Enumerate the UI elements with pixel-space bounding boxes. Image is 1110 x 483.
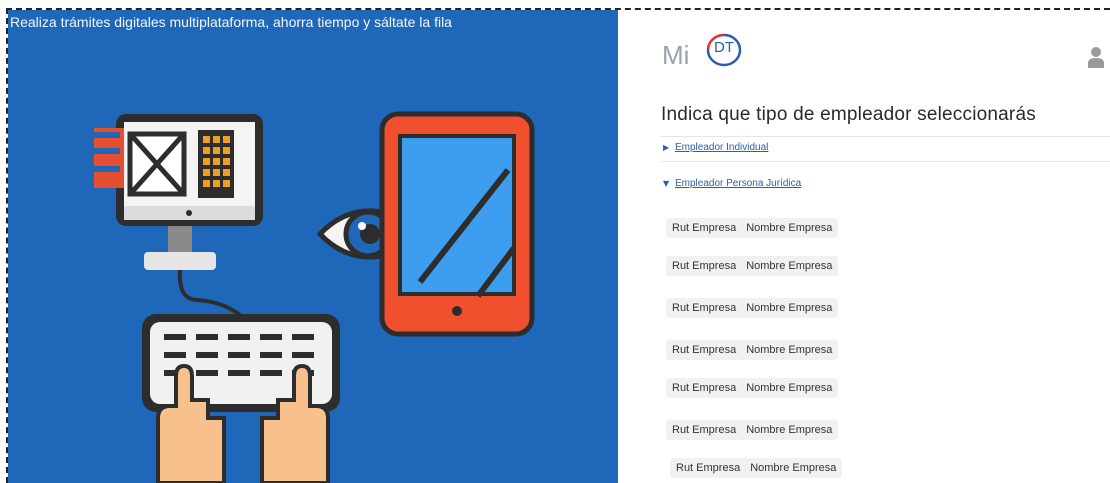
company-name: Nombre Empresa <box>750 462 837 474</box>
company-row[interactable]: Rut Empresa Nombre Empresa <box>666 218 839 238</box>
accordion-empleador-individual[interactable]: ▶ Empleador Individual <box>661 136 1110 162</box>
company-rut: Rut Empresa <box>672 260 737 272</box>
tablet-icon <box>379 111 535 337</box>
logo-badge-text: DT <box>714 39 734 56</box>
company-name: Nombre Empresa <box>746 424 833 436</box>
company-row[interactable]: Rut Empresa Nombre Empresa <box>666 378 839 398</box>
promo-banner: Realiza trámites digitales multiplatafor… <box>8 10 618 483</box>
company-row[interactable]: Rut Empresa Nombre Empresa <box>666 420 839 440</box>
page-title: Indica que tipo de empleador seleccionar… <box>661 104 1036 125</box>
company-rut: Rut Empresa <box>676 462 741 474</box>
logo-prefix: Mi <box>662 40 690 70</box>
banner-tagline: Realiza trámites digitales multiplatafor… <box>10 14 452 30</box>
accordion-empleador-persona-juridica[interactable]: ▼ Empleador Persona Jurídica <box>661 173 1110 197</box>
company-rut: Rut Empresa <box>672 382 737 394</box>
company-rut: Rut Empresa <box>672 344 737 356</box>
company-rut: Rut Empresa <box>672 424 737 436</box>
company-row[interactable]: Rut Empresa Nombre Empresa <box>666 256 839 276</box>
keyboard-hands-icon <box>142 314 340 483</box>
company-name: Nombre Empresa <box>746 302 833 314</box>
company-name: Nombre Empresa <box>746 260 833 272</box>
company-row[interactable]: Rut Empresa Nombre Empresa <box>666 298 839 318</box>
user-icon[interactable] <box>1088 46 1104 68</box>
desktop-computer-icon <box>94 114 263 324</box>
content-panel: Mi DT Indica que tipo de empleador selec… <box>618 10 1110 483</box>
caret-down-icon: ▼ <box>663 179 670 188</box>
accordion-label[interactable]: Empleador Individual <box>675 142 768 153</box>
company-rut: Rut Empresa <box>672 302 737 314</box>
company-name: Nombre Empresa <box>746 344 833 356</box>
company-rut: Rut Empresa <box>672 222 737 234</box>
accordion-label[interactable]: Empleador Persona Jurídica <box>675 178 801 189</box>
caret-right-icon: ▶ <box>663 143 670 152</box>
company-name: Nombre Empresa <box>746 222 833 234</box>
company-name: Nombre Empresa <box>746 382 833 394</box>
digital-services-illustration <box>94 111 535 483</box>
company-row[interactable]: Rut Empresa Nombre Empresa <box>670 458 843 478</box>
company-row[interactable]: Rut Empresa Nombre Empresa <box>666 340 839 360</box>
